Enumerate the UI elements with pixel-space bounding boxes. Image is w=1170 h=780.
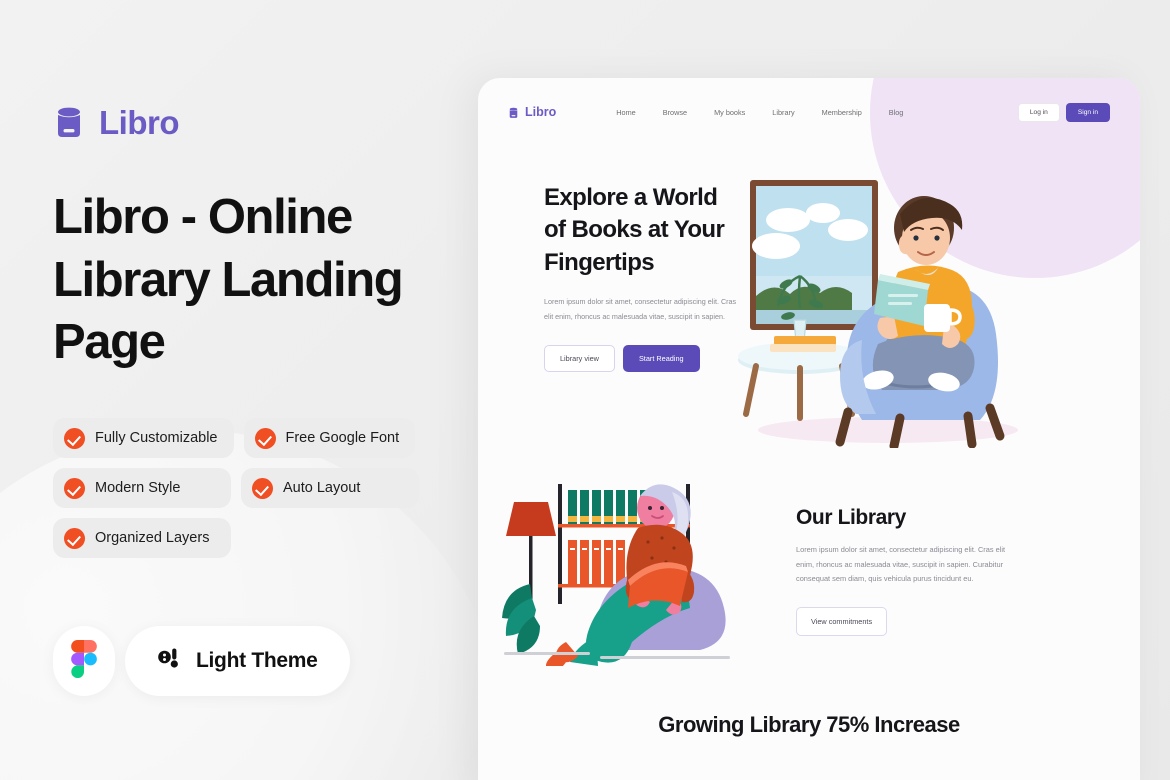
feature-list: Fully Customizable Free Google Font Mode…: [53, 418, 433, 568]
our-library-section: Our Library Lorem ipsum dolor sit amet, …: [478, 448, 1140, 671]
left-presentation-panel: Libro Libro - Online Library Landing Pag…: [0, 0, 478, 780]
mockup-navbar: Libro Home Browse My books Library Membe…: [478, 78, 1140, 126]
nav-item-home[interactable]: Home: [616, 108, 635, 117]
theme-label: Light Theme: [196, 649, 318, 672]
hero-section: Explore a World of Books at Your Fingert…: [478, 126, 1140, 451]
feature-badge: Auto Layout: [241, 468, 419, 508]
check-icon: [64, 527, 85, 549]
feature-label: Free Google Font: [285, 430, 400, 446]
feature-badge: Modern Style: [53, 468, 231, 508]
landing-page-mockup: Libro Home Browse My books Library Membe…: [478, 78, 1140, 780]
our-library-copy: Our Library Lorem ipsum dolor sit amet, …: [778, 505, 1038, 637]
book-icon: [53, 106, 85, 140]
brand-name: Libro: [99, 104, 179, 141]
nav-item-blog[interactable]: Blog: [889, 108, 904, 117]
bottom-pill-group: Light Theme: [53, 626, 350, 696]
check-icon: [254, 427, 276, 449]
check-icon: [252, 477, 273, 499]
check-icon: [64, 477, 85, 499]
hero-title: Explore a World of Books at Your Fingert…: [544, 184, 725, 276]
hero-body: Lorem ipsum dolor sit amet, consectetur …: [544, 297, 737, 321]
feature-badge: Fully Customizable: [53, 418, 234, 458]
brand-lockup: Libro: [53, 104, 179, 142]
person-reading-on-beanbag-illustration: [478, 476, 778, 671]
hero-cta-group: Library view Start Reading: [544, 344, 728, 372]
figma-button[interactable]: [53, 626, 115, 696]
our-library-body: Lorem ipsum dolor sit amet, consectetur …: [796, 544, 1006, 584]
feature-label: Fully Customizable: [95, 430, 218, 446]
feature-label: Organized Layers: [95, 530, 210, 546]
feature-badge: Free Google Font: [243, 418, 416, 458]
view-commitments-button[interactable]: View commitments: [796, 607, 888, 637]
mockup-nav-links: Home Browse My books Library Membership …: [616, 108, 903, 117]
figma-logo-icon: [71, 639, 97, 683]
light-theme-button[interactable]: Light Theme: [125, 626, 350, 696]
check-icon: [64, 427, 85, 449]
mockup-logo[interactable]: Libro: [508, 105, 556, 119]
signin-button[interactable]: Sign in: [1065, 102, 1110, 122]
nav-item-browse[interactable]: Browse: [663, 108, 687, 117]
nav-item-membership[interactable]: Membership: [822, 108, 862, 117]
login-button[interactable]: Log in: [1017, 102, 1060, 122]
library-view-button[interactable]: Library view: [544, 344, 615, 372]
nav-item-my-books[interactable]: My books: [714, 108, 745, 117]
person-reading-in-armchair-illustration: [728, 168, 1140, 451]
nav-item-library[interactable]: Library: [772, 108, 794, 117]
start-reading-button[interactable]: Start Reading: [622, 344, 700, 372]
feature-badge: Organized Layers: [53, 518, 231, 558]
book-icon: [508, 106, 519, 118]
hero-copy: Explore a World of Books at Your Fingert…: [478, 168, 736, 448]
growth-section-title: Growing Library 75% Increase: [658, 712, 960, 737]
mockup-logo-text: Libro: [525, 105, 557, 119]
auth-buttons: Log in Sign in: [1017, 102, 1110, 122]
theme-contrast-icon: [157, 647, 181, 676]
feature-label: Modern Style: [95, 480, 181, 496]
page-title: Libro - Online Library Landing Page: [53, 190, 404, 370]
our-library-title: Our Library: [796, 505, 906, 529]
feature-label: Auto Layout: [283, 480, 361, 496]
